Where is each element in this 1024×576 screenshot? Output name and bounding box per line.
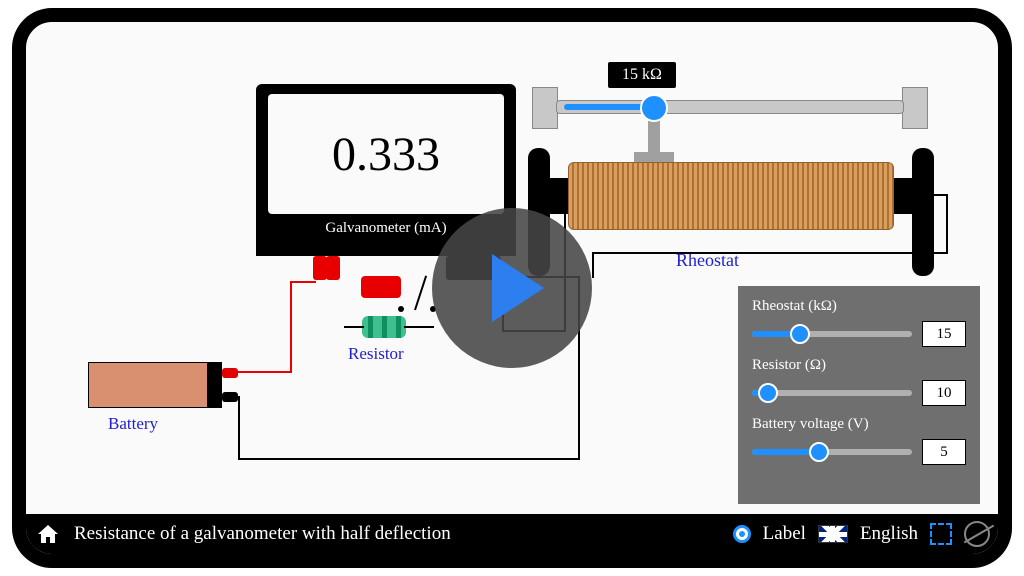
wire <box>592 252 594 278</box>
rheostat-rail-end-left <box>532 87 558 129</box>
battery-terminal-negative <box>222 392 238 402</box>
wire <box>238 371 292 373</box>
resistor-value-box[interactable]: 10 <box>922 380 966 406</box>
battery-slider-label: Battery voltage (V) <box>752 416 966 433</box>
battery <box>88 362 208 408</box>
wire <box>290 281 292 373</box>
battery-value-box[interactable]: 5 <box>922 439 966 465</box>
galvanometer-terminal-positive-2 <box>326 256 340 280</box>
control-panel: Rheostat (kΩ) 15 Resistor (Ω) 10 <box>738 286 980 504</box>
galvanometer-screen: 0.333 <box>268 94 504 214</box>
rheostat-wiper-knob[interactable] <box>640 94 668 122</box>
rheostat-axle-right <box>892 178 922 214</box>
wire <box>592 252 948 254</box>
rheostat-slider[interactable] <box>752 331 912 337</box>
galvanometer-reading: 0.333 <box>332 127 440 182</box>
knife-switch-hinge <box>398 306 404 312</box>
wire <box>404 326 434 328</box>
fullscreen-icon[interactable] <box>930 523 952 545</box>
resistor-slider[interactable] <box>752 390 912 396</box>
knife-switch[interactable] <box>414 275 427 310</box>
rheostat-value-display: 15 kΩ <box>608 62 676 88</box>
info-icon[interactable] <box>964 521 990 547</box>
bottom-bar: Resistance of a galvanometer with half d… <box>26 514 998 554</box>
rheostat-slider-label: Rheostat (kΩ) <box>752 298 966 315</box>
wire <box>946 194 948 254</box>
resistor-band <box>382 316 387 338</box>
resistor-slider-label: Resistor (Ω) <box>752 357 966 374</box>
rheostat-value-box[interactable]: 15 <box>922 321 966 347</box>
battery-terminal-block <box>208 362 222 408</box>
label-toggle-text[interactable]: Label <box>763 523 806 545</box>
play-button[interactable] <box>432 208 592 368</box>
tablet-frame: 0.333 Galvanometer (mA) Resistor Battery… <box>12 8 1012 568</box>
battery-terminal-positive <box>222 368 238 378</box>
galvanometer-terminal-positive <box>313 256 327 280</box>
rheostat-rail-end-right <box>902 87 928 129</box>
resistor-band <box>396 316 401 338</box>
resistor-label: Resistor <box>348 344 404 364</box>
battery-label: Battery <box>108 414 158 434</box>
wire <box>344 326 364 328</box>
uk-flag-icon <box>818 525 848 543</box>
home-icon[interactable] <box>34 522 62 546</box>
wire <box>290 281 316 283</box>
simulation-canvas: 0.333 Galvanometer (mA) Resistor Battery… <box>26 22 998 554</box>
wire <box>238 396 240 460</box>
rheostat-coil <box>568 162 894 230</box>
resistor-band <box>368 316 373 338</box>
label-toggle-radio[interactable] <box>733 525 751 543</box>
wire <box>238 458 580 460</box>
battery-slider[interactable] <box>752 449 912 455</box>
language-selector[interactable]: English <box>860 523 918 545</box>
switch-toggle[interactable] <box>361 276 401 298</box>
play-icon <box>492 254 544 322</box>
page-title: Resistance of a galvanometer with half d… <box>74 523 451 545</box>
